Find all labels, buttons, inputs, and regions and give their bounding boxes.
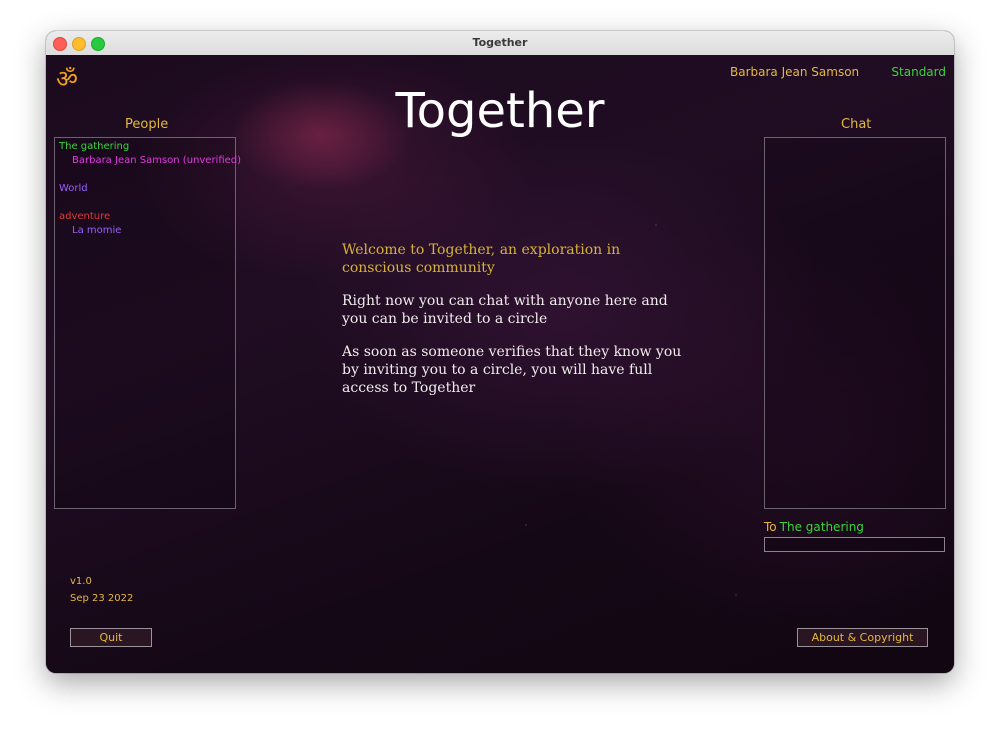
chat-recipient: The gathering	[779, 520, 864, 534]
people-list-panel[interactable]: The gathering Barbara Jean Samson (unver…	[54, 137, 241, 509]
chat-log-panel[interactable]	[764, 137, 946, 509]
people-item-circle[interactable]: The gathering	[59, 141, 129, 153]
welcome-paragraph-access: As soon as someone verifies that they kn…	[342, 344, 682, 396]
chat-message-input[interactable]	[764, 537, 945, 552]
about-copyright-button[interactable]: About & Copyright	[797, 628, 928, 647]
chat-recipient-row: To The gathering	[764, 520, 864, 534]
people-item-circle[interactable]: adventure	[59, 211, 110, 223]
people-label: People	[125, 117, 169, 132]
quit-button[interactable]: Quit	[70, 628, 152, 647]
to-label: To	[764, 520, 777, 534]
welcome-heading: Welcome to Together, an exploration in c…	[342, 242, 621, 276]
user-name: Barbara Jean Samson	[730, 65, 860, 79]
welcome-message: Welcome to Together, an exploration in c…	[342, 241, 682, 412]
people-item-member[interactable]: Barbara Jean Samson (unverified)	[72, 155, 241, 167]
welcome-paragraph-chat: Right now you can chat with anyone here …	[342, 293, 668, 327]
app-title: Together	[395, 83, 605, 139]
people-item-member[interactable]: La momie	[72, 225, 121, 237]
app-window: Together ॐ Barbara Jean Samson Standard …	[46, 31, 954, 673]
version-label: v1.0	[70, 576, 92, 587]
people-item-circle[interactable]: World	[59, 183, 88, 195]
main-content: ॐ Barbara Jean Samson Standard Together …	[46, 55, 954, 673]
title-bar: Together	[46, 31, 954, 56]
chat-label: Chat	[841, 117, 872, 132]
user-level-badge: Standard	[891, 65, 946, 79]
build-date: Sep 23 2022	[70, 593, 134, 604]
window-title: Together	[472, 36, 528, 49]
